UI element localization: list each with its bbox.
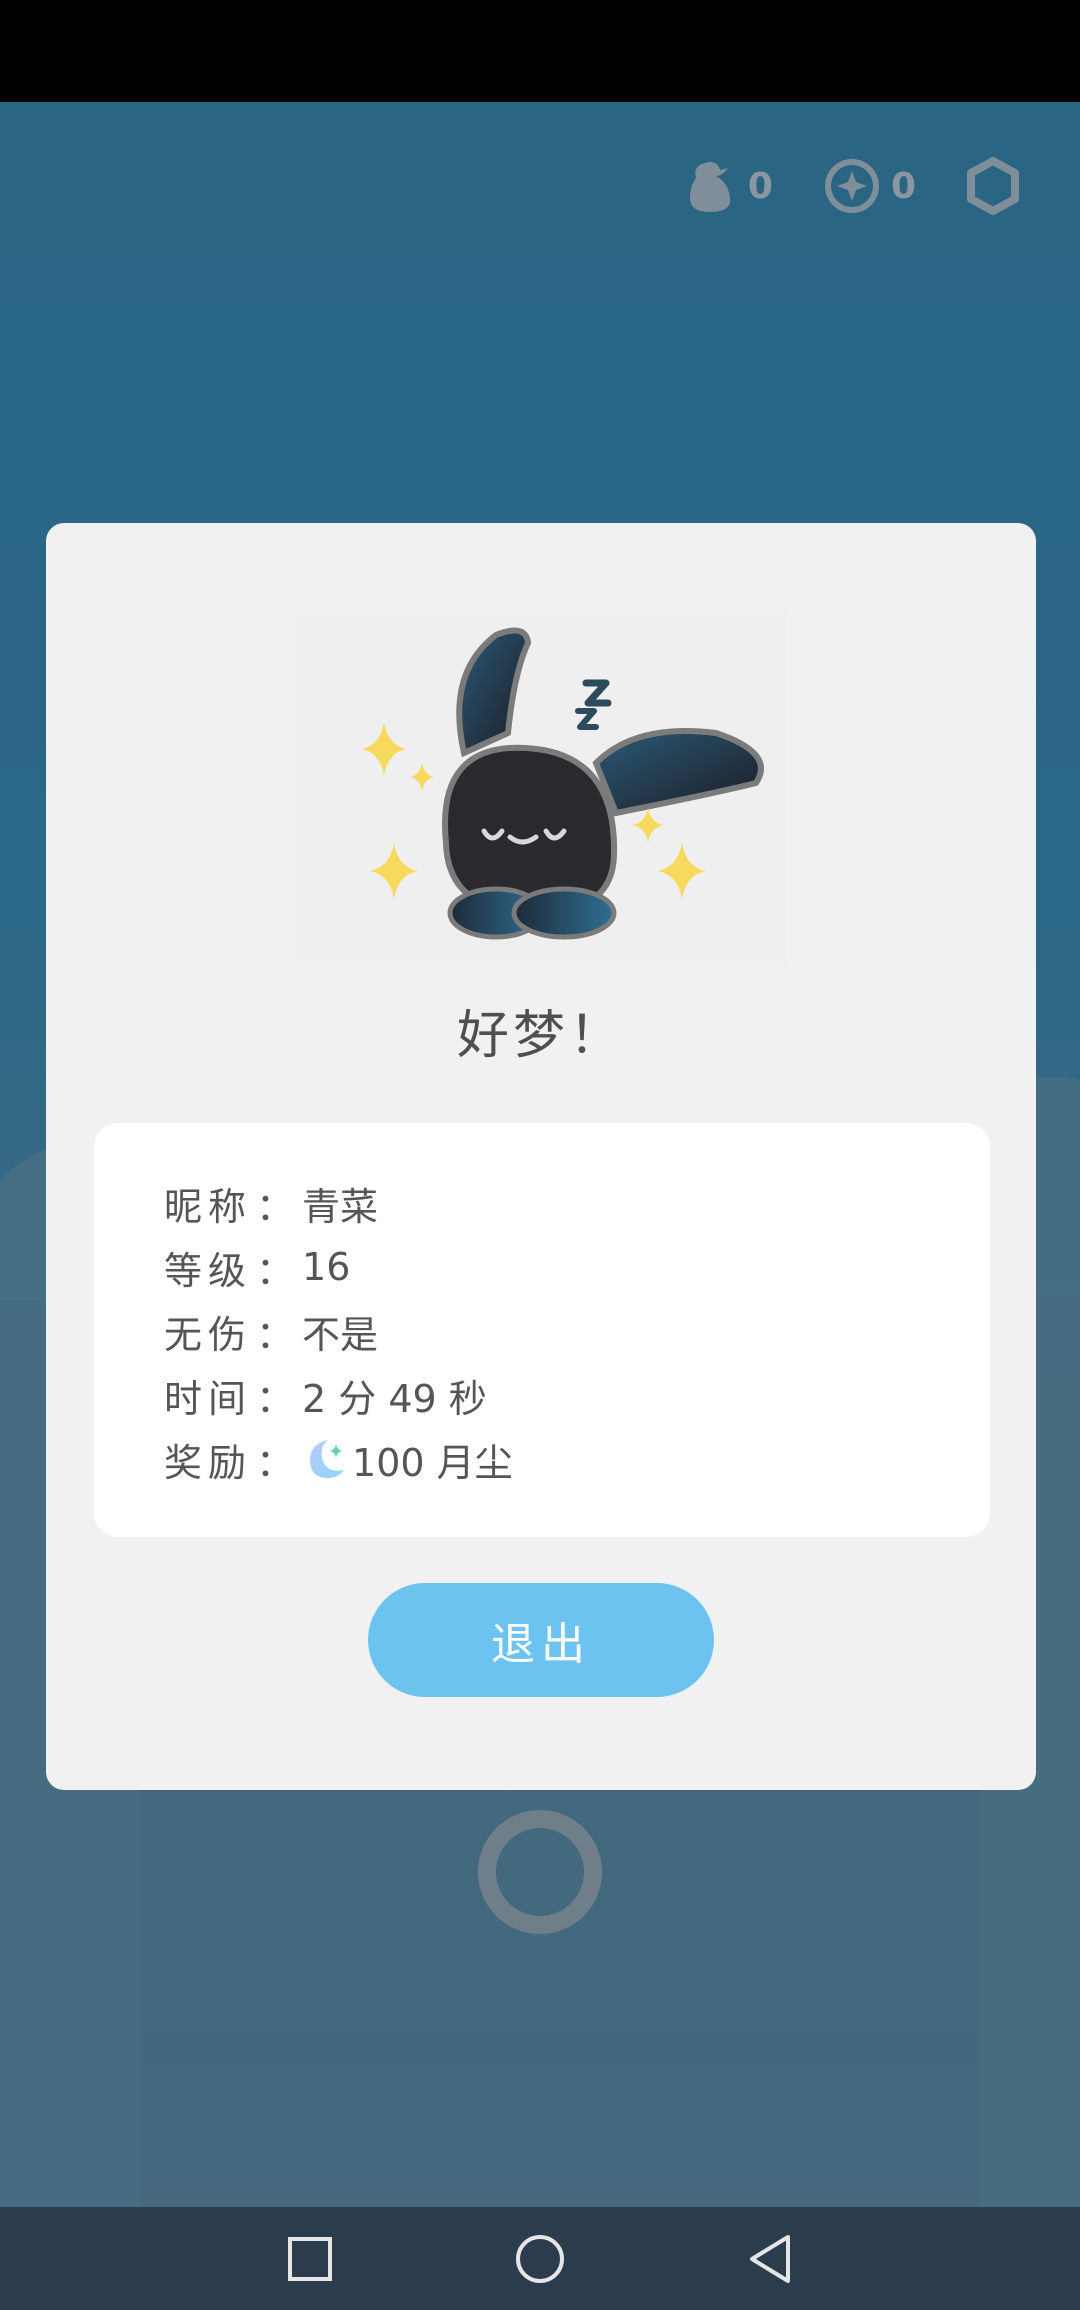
nickname-row: 昵称 ： 青菜 — [164, 1173, 378, 1233]
game-screen: 0 0 好梦！ 昵称 ： 青菜 等级 ： 16 无伤 ： 不是 时间 ： 2 分… — [0, 0, 1080, 2310]
nohit-row: 无伤 ： 不是 — [164, 1301, 378, 1361]
status-bar — [0, 0, 1080, 102]
bag-counter[interactable]: 0 — [682, 156, 773, 216]
separator: ： — [256, 1376, 295, 1421]
settings-button[interactable] — [966, 157, 1020, 215]
level-label: 等级 — [164, 1248, 253, 1293]
level-row: 等级 ： 16 — [164, 1237, 350, 1297]
home-icon[interactable] — [510, 2229, 570, 2289]
time-label: 时间 — [164, 1376, 253, 1421]
nohit-label: 无伤 — [164, 1312, 253, 1357]
bag-count: 0 — [747, 165, 773, 207]
nohit-value: 不是 — [302, 1312, 379, 1357]
navigation-bar — [0, 2207, 1080, 2310]
background-ring — [478, 1810, 602, 1934]
reward-value: 100 月尘 — [352, 1440, 513, 1485]
level-value: 16 — [302, 1245, 351, 1289]
settings-icon — [967, 157, 1019, 215]
coin-icon — [824, 159, 879, 213]
back-icon[interactable] — [740, 2229, 800, 2289]
separator: ： — [256, 1312, 295, 1357]
coin-counter[interactable]: 0 — [823, 157, 916, 215]
time-row: 时间 ： 2 分 49 秒 — [164, 1365, 487, 1425]
nickname-value: 青菜 — [302, 1184, 379, 1229]
separator: ： — [256, 1440, 295, 1485]
top-hud: 0 0 — [632, 150, 1020, 222]
reward-label: 奖励 — [164, 1440, 253, 1485]
coin-count: 0 — [890, 165, 916, 207]
reward-row: 奖励 ： 100 月尘 — [164, 1429, 513, 1489]
time-value: 2 分 49 秒 — [302, 1376, 487, 1421]
sleeping-bunny-illustration — [296, 613, 786, 963]
result-info-card: 昵称 ： 青菜 等级 ： 16 无伤 ： 不是 时间 ： 2 分 49 秒 奖励 — [94, 1123, 990, 1537]
dialog-title: 好梦！ — [456, 1006, 625, 1066]
nickname-label: 昵称 — [164, 1184, 253, 1229]
moon-dust-icon — [310, 1440, 345, 1478]
separator: ： — [256, 1248, 295, 1293]
recents-icon[interactable] — [280, 2229, 340, 2289]
separator: ： — [256, 1184, 295, 1229]
exit-button[interactable]: 退出 — [368, 1583, 714, 1697]
bag-icon — [689, 162, 731, 212]
result-dialog: 好梦！ 昵称 ： 青菜 等级 ： 16 无伤 ： 不是 时间 ： 2 分 49 … — [46, 523, 1036, 1790]
